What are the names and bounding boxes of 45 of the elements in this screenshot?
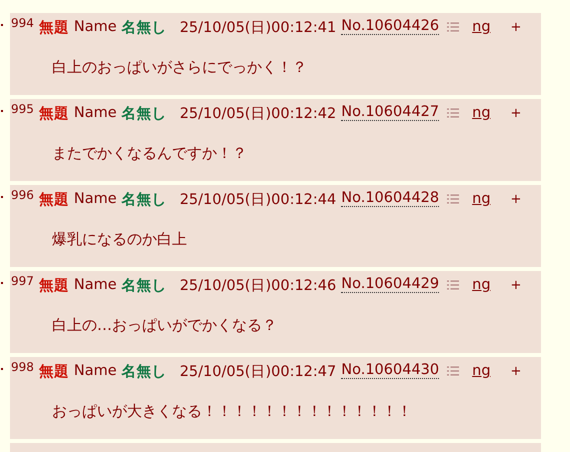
poster-name: 名無し bbox=[122, 190, 167, 208]
ng-link[interactable]: ng bbox=[472, 277, 491, 293]
ng-link[interactable]: ng bbox=[472, 19, 491, 35]
expand-link[interactable]: + bbox=[510, 106, 522, 120]
expand-link[interactable]: + bbox=[510, 192, 522, 206]
ng-link[interactable]: ng bbox=[472, 191, 491, 207]
post-number: 997 bbox=[11, 274, 34, 288]
post-title: 無題 bbox=[38, 18, 69, 36]
post-title: 無題 bbox=[38, 276, 69, 294]
post-body: またでかくなるんですか！？ bbox=[52, 144, 248, 163]
post-datetime: 25/10/05(日)00:12:42 bbox=[180, 104, 336, 122]
name-label: Name bbox=[74, 105, 117, 121]
expand-link[interactable]: + bbox=[510, 20, 522, 34]
post-datetime: 25/10/05(日)00:12:47 bbox=[180, 362, 336, 380]
post-title: 無題 bbox=[38, 190, 69, 208]
poster-name: 名無し bbox=[122, 18, 167, 36]
name-label: Name bbox=[74, 363, 117, 379]
post-number-link[interactable]: No.10604426 bbox=[341, 18, 440, 36]
post-body: 白上の…おっぱいがでかくなる？ bbox=[52, 316, 278, 335]
post-number-link[interactable]: No.10604429 bbox=[341, 276, 440, 294]
name-label: Name bbox=[74, 19, 117, 35]
post-datetime: 25/10/05(日)00:12:41 bbox=[180, 18, 336, 36]
ng-link[interactable]: ng bbox=[472, 105, 491, 121]
post-title: 無題 bbox=[38, 362, 69, 380]
post-body: おっぱいが大きくなる！！！！！！！！！！！！！！ bbox=[52, 402, 413, 421]
name-label: Name bbox=[74, 277, 117, 293]
post-number: 996 bbox=[11, 188, 34, 202]
poster-name: 名無し bbox=[122, 276, 167, 294]
post-number-link[interactable]: No.10604430 bbox=[341, 362, 440, 380]
post-body: 白上のおっぱいがさらにでっかく！？ bbox=[52, 58, 308, 77]
post-number: 994 bbox=[11, 16, 34, 30]
post-number-link[interactable]: No.10604427 bbox=[341, 104, 440, 122]
poster-name: 名無し bbox=[122, 362, 167, 380]
post-number: 995 bbox=[11, 102, 34, 116]
post-title: 無題 bbox=[38, 104, 69, 122]
ng-link[interactable]: ng bbox=[472, 363, 491, 379]
post-number-link[interactable]: No.10604428 bbox=[341, 190, 440, 208]
post-datetime: 25/10/05(日)00:12:44 bbox=[180, 190, 336, 208]
expand-link[interactable]: + bbox=[510, 364, 522, 378]
expand-link[interactable]: + bbox=[510, 278, 522, 292]
post-datetime: 25/10/05(日)00:12:46 bbox=[180, 276, 336, 294]
post-number: 998 bbox=[11, 360, 34, 374]
post-body: 爆乳になるのか白上 bbox=[52, 230, 188, 249]
poster-name: 名無し bbox=[122, 104, 167, 122]
name-label: Name bbox=[74, 191, 117, 207]
